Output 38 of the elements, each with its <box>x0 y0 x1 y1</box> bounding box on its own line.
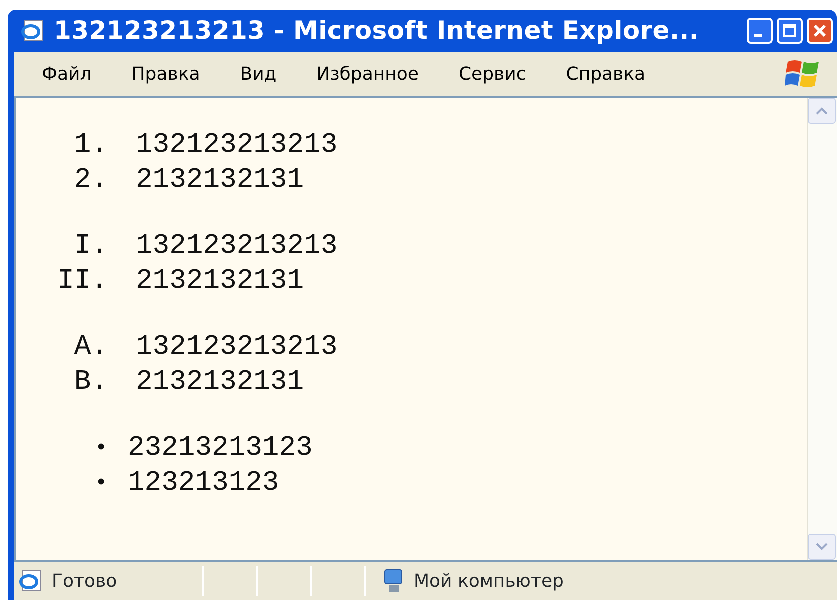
list-item-text: 132123213213 <box>136 230 338 264</box>
zone-text: Мой компьютер <box>414 570 564 594</box>
chevron-up-icon <box>815 106 829 116</box>
windows-logo-icon <box>785 58 821 90</box>
list-item-text: 132123213213 <box>136 128 338 162</box>
list-number: II. <box>56 264 108 298</box>
minimize-button[interactable] <box>747 18 773 44</box>
close-icon <box>813 24 827 38</box>
menu-item[interactable]: Правка <box>112 60 220 88</box>
bullet: • <box>94 470 108 498</box>
list-item-text: 23213213123 <box>128 432 313 466</box>
list-item-text: 2132132131 <box>136 366 304 400</box>
minimize-icon <box>754 34 762 36</box>
status-text: Готово <box>52 570 118 594</box>
list-number: A. <box>73 330 108 364</box>
menu-item[interactable]: Сервис <box>438 60 546 88</box>
scroll-up-button[interactable] <box>808 98 836 124</box>
browser-icon <box>18 569 44 593</box>
list-number: 2. <box>73 164 108 198</box>
list-item-text: 123213123 <box>128 466 280 500</box>
list-number: B. <box>73 366 108 400</box>
maximize-icon <box>783 24 797 38</box>
menu-item[interactable]: Избранное <box>296 60 439 88</box>
bullet: • <box>94 435 108 463</box>
list-number: 1. <box>73 128 108 162</box>
list-item-text: 2132132131 <box>136 164 304 198</box>
list-item-text: 132123213213 <box>136 330 338 364</box>
scroll-down-button[interactable] <box>808 534 836 560</box>
maximize-button[interactable] <box>777 18 803 44</box>
menu-item[interactable]: Справка <box>546 60 666 88</box>
browser-icon <box>20 19 46 43</box>
chevron-down-icon <box>815 542 829 552</box>
close-button[interactable] <box>807 18 833 44</box>
list-item-text: 2132132131 <box>136 264 304 298</box>
window-title: 132123213213 - Microsoft Internet Explore... <box>54 15 700 48</box>
menu-item[interactable]: Вид <box>220 60 297 88</box>
menu-item[interactable]: Файл <box>22 60 112 88</box>
list-number: I. <box>73 230 108 264</box>
